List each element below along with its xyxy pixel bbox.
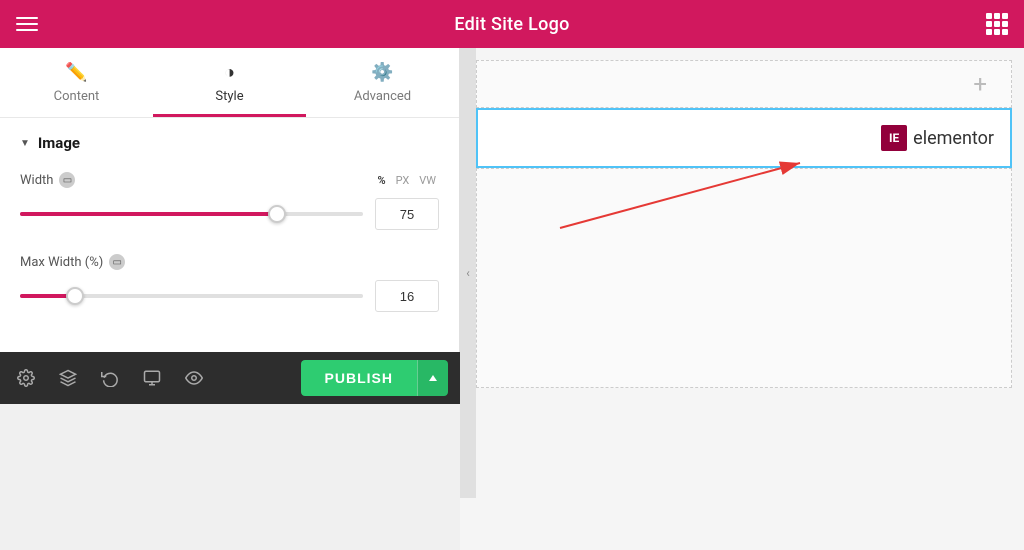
canvas-content: + IE elementor [476,48,1024,388]
empty-section [476,168,1012,388]
elementor-logo: IE elementor [881,125,994,151]
collapse-arrow-icon: ‹ [466,266,470,280]
tab-content-label: Content [54,89,100,104]
max-width-label-row: Max Width (%) ▭ [20,254,439,270]
tab-style-label: Style [215,89,243,104]
unit-percent[interactable]: % [374,173,388,188]
page-title: Edit Site Logo [454,14,569,35]
left-panel: ✏️ Content ◑ Style ⚙️ Advanced ▼ Image [0,48,460,550]
max-width-input[interactable]: 16 [375,280,439,312]
max-width-slider-row: 16 [20,280,439,312]
publish-arrow-button[interactable] [417,360,448,396]
tab-content[interactable]: ✏️ Content [0,48,153,117]
logo-section: IE elementor [476,108,1012,168]
tab-bar: ✏️ Content ◑ Style ⚙️ Advanced [0,48,459,118]
apps-icon[interactable] [986,13,1008,35]
gear-icon: ⚙️ [371,62,393,83]
header: Edit Site Logo [0,0,1024,48]
max-width-label: Max Width (%) [20,255,103,270]
bottom-toolbar: PUBLISH [0,352,460,404]
settings-icon[interactable] [12,364,40,392]
tab-style[interactable]: ◑ Style [153,48,306,117]
add-section-icon[interactable]: + [973,70,987,98]
layers-icon[interactable] [54,364,82,392]
unit-vw[interactable]: VW [416,173,439,188]
publish-button[interactable]: PUBLISH [301,360,417,396]
panel-collapse-handle[interactable]: ‹ [460,48,476,498]
width-field: Width ▭ % PX VW [20,172,439,230]
elementor-icon-letter: IE [889,131,899,145]
tab-advanced-label: Advanced [354,89,411,104]
unit-px[interactable]: PX [393,173,413,188]
width-label-row: Width ▭ % PX VW [20,172,439,188]
add-section-area[interactable]: + [476,60,1012,108]
main-layout: ✏️ Content ◑ Style ⚙️ Advanced ▼ Image [0,48,1024,550]
preview-icon[interactable] [180,364,208,392]
elementor-logo-icon: IE [881,125,907,151]
canvas-area: ‹ + IE elementor [460,48,1024,550]
image-section-header: ▼ Image [20,134,439,152]
width-input[interactable]: 75 [375,198,439,230]
responsive-icon[interactable] [138,364,166,392]
history-icon[interactable] [96,364,124,392]
width-label: Width [20,173,53,188]
style-icon: ◑ [224,62,235,83]
width-info-icon[interactable]: ▭ [59,172,75,188]
max-width-slider[interactable] [20,286,363,306]
max-width-field: Max Width (%) ▭ 16 [20,254,439,312]
width-slider-row: 75 [20,198,439,230]
max-width-info-icon[interactable]: ▭ [109,254,125,270]
pencil-icon: ✏️ [65,62,87,83]
width-slider[interactable] [20,204,363,224]
menu-icon[interactable] [16,17,38,31]
editor-panel: ✏️ Content ◑ Style ⚙️ Advanced ▼ Image [0,48,460,352]
chevron-down-icon: ▼ [20,138,30,149]
publish-button-group: PUBLISH [301,360,448,396]
section-title: Image [38,134,80,152]
panel-content: ▼ Image Width ▭ % PX VW [0,118,459,352]
tab-advanced[interactable]: ⚙️ Advanced [306,48,459,117]
elementor-logo-text: elementor [913,128,994,149]
